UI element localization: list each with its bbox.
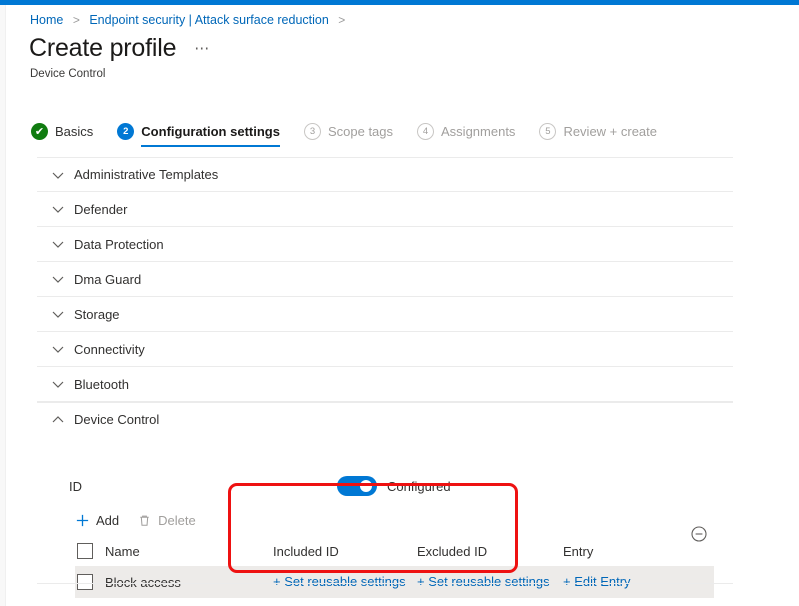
trash-icon	[140, 515, 149, 526]
section-label-device-control: Device Control	[74, 412, 160, 427]
id-setting-label: ID	[69, 479, 82, 494]
breadcrumb-item-endpoint-security[interactable]: Endpoint security | Attack surface reduc…	[89, 13, 328, 27]
step-number-badge-5: 5	[539, 122, 557, 140]
step-number-badge-4: 4	[417, 122, 435, 140]
column-header-excluded-id[interactable]: Excluded ID	[417, 544, 563, 559]
set-reusable-settings-excluded-link[interactable]: + Set reusable settings	[417, 574, 550, 589]
section-dma-guard[interactable]: Dma Guard	[37, 262, 733, 297]
wizard-step-label-scope-tags: Scope tags	[327, 123, 394, 139]
select-all-checkbox[interactable]	[77, 543, 93, 559]
section-label-dma-guard: Dma Guard	[74, 271, 142, 287]
step-number-badge-3: 3	[303, 122, 321, 140]
breadcrumb-item-home[interactable]: Home	[30, 13, 63, 27]
section-data-protection[interactable]: Data Protection	[37, 227, 733, 262]
chevron-down-icon	[52, 311, 64, 318]
section-label-data-protection: Data Protection	[74, 236, 164, 252]
section-label-connectivity: Connectivity	[74, 341, 145, 357]
wizard-step-review-create[interactable]: 5 Review + create	[539, 115, 657, 147]
chevron-down-icon	[52, 241, 64, 248]
wizard-step-label-basics: Basics	[55, 123, 94, 139]
section-defender[interactable]: Defender	[37, 192, 733, 227]
wizard-step-configuration-settings[interactable]: 2 Configuration settings	[117, 115, 280, 147]
section-label-defender: Defender	[74, 201, 128, 217]
wizard-steps: ✔ Basics 2 Configuration settings 3 Scop…	[31, 115, 681, 147]
toggle-track[interactable]	[337, 476, 377, 496]
section-label-storage: Storage	[74, 306, 120, 322]
breadcrumb-separator: >	[72, 13, 80, 27]
add-button-label: Add	[96, 512, 120, 528]
cell-name: Block access	[105, 574, 181, 590]
add-button[interactable]: Add	[75, 508, 119, 532]
page-title: Create profile	[29, 34, 177, 62]
column-header-name[interactable]: Name	[105, 544, 273, 559]
section-device-control: Device Control ID Configured Add Delete …	[37, 402, 733, 598]
row-select-cell	[75, 574, 105, 590]
cell-entry: + Edit Entry	[563, 573, 713, 591]
chevron-down-icon	[52, 276, 64, 283]
table-row[interactable]: Block access + Set reusable settings + S…	[75, 566, 714, 598]
breadcrumb-separator-2: >	[338, 13, 346, 27]
section-bluetooth[interactable]: Bluetooth	[37, 367, 733, 402]
wizard-step-assignments[interactable]: 4 Assignments	[417, 115, 515, 147]
create-profile-page: Home > Endpoint security | Attack surfac…	[0, 0, 799, 606]
page-content: Home > Endpoint security | Attack surfac…	[7, 5, 799, 606]
edit-entry-link[interactable]: + Edit Entry	[563, 574, 631, 589]
cell-included-id: + Set reusable settings	[273, 573, 417, 591]
configured-toggle[interactable]: Configured	[337, 476, 451, 496]
delete-button: Delete	[137, 508, 196, 532]
set-reusable-settings-included-link[interactable]: + Set reusable settings	[273, 574, 406, 589]
section-label-bluetooth: Bluetooth	[74, 376, 129, 392]
id-setting-row: ID Configured	[69, 476, 689, 498]
breadcrumb: Home > Endpoint security | Attack surfac…	[30, 12, 351, 28]
plus-icon	[76, 514, 89, 526]
wizard-step-label-review-create: Review + create	[563, 123, 658, 139]
column-header-entry[interactable]: Entry	[563, 544, 713, 559]
bottom-divider	[37, 583, 733, 584]
page-subtitle: Device Control	[30, 68, 106, 80]
chevron-down-icon	[52, 381, 64, 388]
toggle-knob	[360, 480, 372, 492]
left-rail	[0, 5, 6, 606]
column-header-included-id[interactable]: Included ID	[273, 544, 417, 559]
section-label-administrative-templates: Administrative Templates	[74, 167, 219, 182]
delete-button-label: Delete	[158, 512, 196, 528]
wizard-step-label-assignments: Assignments	[441, 123, 516, 139]
table-header-row: Name Included ID Excluded ID Entry	[75, 536, 714, 566]
section-connectivity[interactable]: Connectivity	[37, 332, 733, 367]
row-checkbox[interactable]	[77, 574, 93, 590]
chevron-down-icon	[52, 346, 64, 353]
settings-category-list: Administrative Templates Defender Data P…	[37, 157, 733, 402]
wizard-step-scope-tags[interactable]: 3 Scope tags	[303, 115, 394, 147]
wizard-step-basics[interactable]: ✔ Basics	[31, 115, 93, 147]
step-number-badge-2: 2	[117, 122, 135, 140]
section-administrative-templates[interactable]: Administrative Templates	[37, 157, 733, 192]
select-all-cell	[75, 543, 105, 559]
cell-excluded-id: + Set reusable settings	[417, 573, 563, 591]
section-storage[interactable]: Storage	[37, 297, 733, 332]
chevron-down-icon	[52, 172, 64, 179]
title-row: Create profile ⋯	[29, 33, 211, 67]
more-options-icon[interactable]: ⋯	[194, 34, 211, 64]
check-icon: ✔	[31, 122, 48, 140]
wizard-step-label-configuration-settings: Configuration settings	[141, 123, 280, 139]
device-control-table: Name Included ID Excluded ID Entry Block…	[75, 536, 714, 598]
toggle-label: Configured	[387, 478, 451, 494]
section-device-control-header[interactable]: Device Control	[37, 402, 733, 436]
chevron-down-icon	[52, 206, 64, 213]
chevron-up-icon	[52, 415, 64, 422]
table-command-bar: Add Delete	[75, 508, 214, 532]
